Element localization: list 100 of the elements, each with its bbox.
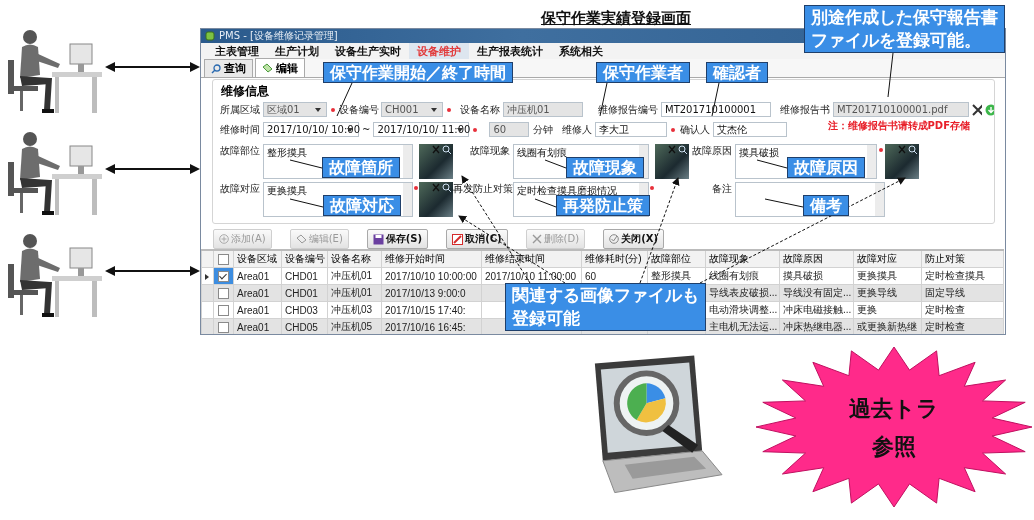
callout-label: 別途作成した保守報告書 ファイルを登録可能。 — [804, 5, 1005, 53]
callout-label: 関連する画像ファイルも 登録可能 — [505, 283, 706, 331]
column-header[interactable]: 维修结束时间 — [481, 250, 582, 268]
delete-zoom-icon — [432, 145, 452, 154]
column-header[interactable]: 故障原因 — [779, 250, 854, 268]
field-label: 维修时间 — [219, 122, 261, 137]
checkbox[interactable] — [218, 321, 229, 333]
callout-label: 保守作業者 — [596, 62, 690, 83]
column-header[interactable]: 故障部位 — [647, 250, 706, 268]
column-header[interactable]: 故障对应 — [853, 250, 922, 268]
tab[interactable]: 编辑 — [255, 58, 305, 77]
callout-label: 保守作業開始／終了時間 — [323, 62, 513, 83]
unit-label: 分钟 — [532, 122, 555, 137]
table-cell: 导线没有固定... — [783, 287, 852, 298]
field-label: 所属区域 — [219, 102, 261, 117]
toolbar-button[interactable]: 关闭(X) — [603, 229, 664, 249]
table-cell: 线圈有划痕 — [709, 270, 759, 281]
menu-item[interactable]: 系统相关 — [551, 43, 611, 59]
starburst-text: 過去トラ 参照 — [848, 394, 940, 461]
table-cell: Area01 — [237, 287, 270, 299]
table-cell: 2017/10/16 16:45: — [385, 321, 466, 333]
field-label: 维修人 — [561, 122, 594, 137]
callout-label: 故障原因 — [787, 157, 865, 178]
row-indicator-cell[interactable] — [201, 267, 214, 285]
callout-label: 故障箇所 — [322, 157, 400, 178]
callout-label: 再発防止策 — [556, 195, 650, 216]
menu-item[interactable]: 生产计划 — [267, 43, 327, 59]
text-field[interactable]: 李大卫 — [595, 122, 668, 137]
tab[interactable]: 查询 — [204, 59, 253, 77]
leader-line — [887, 52, 894, 98]
search-icon — [211, 63, 221, 74]
table-cell: 60 — [585, 270, 597, 282]
menu-item[interactable]: 生产报表统计 — [469, 43, 551, 59]
table-cell: 2017/10/15 17:40: — [385, 304, 466, 316]
delete-zoom-icon — [668, 145, 688, 154]
menu-item[interactable]: 设备生产实时 — [327, 43, 409, 59]
checkbox[interactable] — [218, 304, 229, 316]
menu-item[interactable]: 主表管理 — [207, 43, 267, 59]
delete-zoom-icon — [432, 183, 452, 192]
toolbar-button[interactable]: 保存(S) — [366, 229, 429, 249]
table-cell: 定时检查 — [925, 321, 965, 332]
table-cell: 定时检查摸具 — [925, 270, 985, 281]
field-label: 备注 — [711, 182, 733, 196]
callout-label: 備考 — [803, 195, 849, 216]
table-cell: CHD01 — [285, 270, 318, 282]
group-title: 维修信息 — [219, 83, 271, 100]
field-label: 故障原因 — [691, 144, 733, 158]
callout-label: 故障対応 — [323, 195, 401, 216]
checkbox[interactable] — [218, 253, 229, 265]
row-indicator-cell[interactable] — [201, 301, 214, 319]
table-cell: 冲压机05 — [331, 321, 373, 332]
table-cell: Area01 — [237, 304, 270, 316]
table-cell: 冲床热继电器... — [783, 321, 852, 332]
datetime-field[interactable]: 2017/10/10/ 11:00 — [373, 122, 470, 137]
table-cell: 2017/10/13 9:00:0 — [385, 287, 466, 299]
table-cell: 固定导线 — [925, 287, 965, 298]
table-cell: 冲床电磁接触... — [783, 304, 852, 315]
table-cell: 冲压机01 — [331, 270, 373, 281]
table-cell: 更换摸具 — [857, 270, 897, 281]
field-label: 再发防止对策 — [453, 182, 513, 196]
text-field[interactable]: MT201710100001 — [661, 102, 771, 117]
column-header[interactable]: 设备名称 — [327, 250, 382, 268]
table-cell: 更换 — [857, 304, 877, 315]
table-cell: 摸具破损 — [783, 270, 823, 281]
checkbox[interactable] — [218, 287, 229, 299]
table-cell: 2017/10/10 11:00:00 — [485, 270, 576, 282]
table-cell: 整形摸具 — [651, 270, 691, 281]
table-cell: 导线表皮破损... — [709, 287, 778, 298]
column-header[interactable]: 防止对策 — [921, 250, 1004, 268]
toolbar-button[interactable]: 取消(C) — [446, 229, 508, 249]
checkbox[interactable] — [218, 270, 229, 282]
datetime-field[interactable]: 2017/10/10/ 10:00 — [263, 122, 359, 137]
table-cell: 更换导线 — [857, 287, 897, 298]
plus-icon — [219, 234, 229, 244]
leader-line — [756, 159, 788, 169]
column-header[interactable]: 故障现象 — [705, 250, 780, 268]
leader-line — [544, 159, 567, 169]
range-separator: ~ — [361, 124, 372, 135]
field-label: 维修报告书 — [779, 102, 831, 117]
clear-icon[interactable] — [972, 103, 982, 116]
table-cell: 定时检查 — [925, 304, 965, 315]
table-cell: 或更换新热继 — [857, 321, 917, 332]
callout-label: 故障現象 — [566, 157, 644, 178]
table-cell: Area01 — [237, 270, 270, 282]
text-field[interactable]: 艾杰伦 — [713, 122, 788, 137]
row-indicator-cell[interactable] — [201, 284, 214, 302]
column-header[interactable]: 设备编号 — [281, 250, 328, 268]
column-header[interactable]: 维修开始时间 — [381, 250, 482, 268]
table-cell: CHD03 — [285, 304, 318, 316]
callout-label: 確認者 — [706, 62, 768, 83]
floppy-icon — [372, 233, 384, 245]
window-title: PMS - [设备维修记录管理] — [219, 29, 338, 43]
field-label: 确认人 — [679, 122, 712, 137]
app-icon — [205, 31, 215, 41]
tag-icon — [262, 63, 273, 73]
row-select-cell[interactable] — [213, 301, 234, 319]
check-circle-icon — [609, 234, 620, 244]
column-header[interactable]: 设备区域 — [233, 250, 282, 268]
table-cell: 电动滑块调整... — [709, 304, 778, 315]
column-header[interactable]: 维修耗时(分) — [581, 250, 648, 268]
